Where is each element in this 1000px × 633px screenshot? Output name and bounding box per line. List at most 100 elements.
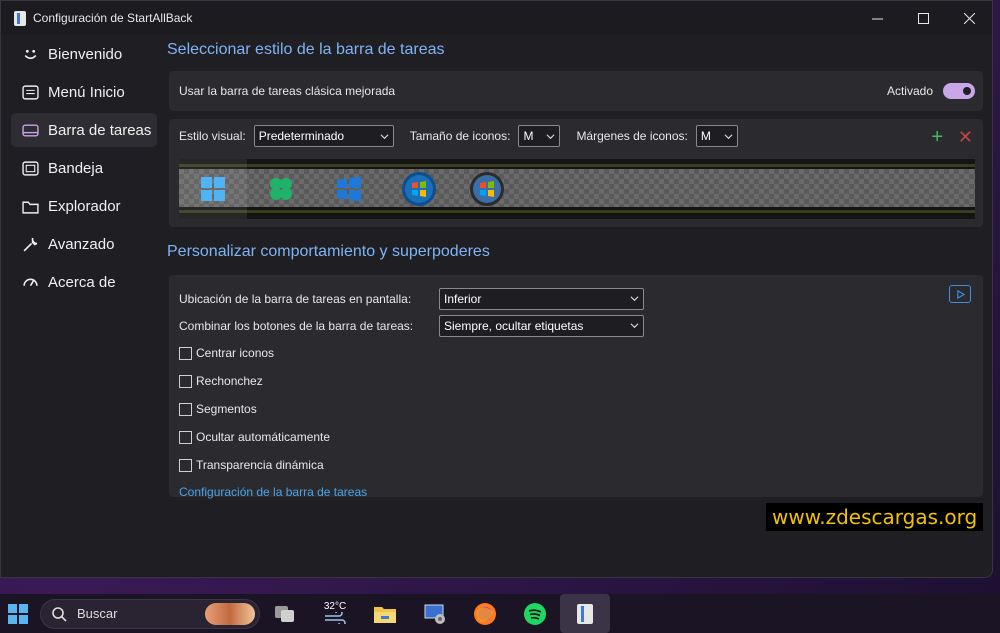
maximize-button[interactable] bbox=[900, 1, 946, 35]
combine-row: Combinar los botones de la barra de tare… bbox=[179, 312, 973, 339]
search-placeholder: Buscar bbox=[77, 606, 118, 621]
taskbar-settings-link[interactable]: Configuración de la barra de tareas bbox=[179, 485, 367, 499]
checkbox-centrar-iconos[interactable]: Centrar iconos bbox=[179, 339, 973, 367]
checkbox-transparencia-dinamica[interactable]: Transparencia dinámica bbox=[179, 451, 973, 479]
startallback-app-icon bbox=[14, 10, 26, 26]
checkbox-label: Ocultar automáticamente bbox=[196, 430, 331, 444]
visual-style-label: Estilo visual: bbox=[179, 129, 246, 143]
checkbox-rechonchez[interactable]: Rechonchez bbox=[179, 367, 973, 395]
checkbox-ocultar-automaticamente[interactable]: Ocultar automáticamente bbox=[179, 423, 973, 451]
classic-taskbar-row: Usar la barra de tareas clásica mejorada… bbox=[169, 71, 983, 111]
location-row: Ubicación de la barra de tareas en panta… bbox=[179, 285, 973, 312]
location-label: Ubicación de la barra de tareas en panta… bbox=[179, 291, 412, 306]
vista-orb-icon[interactable] bbox=[469, 171, 505, 207]
sidebar-item-label: Bandeja bbox=[48, 159, 104, 177]
icon-margin-label: Márgenes de iconos: bbox=[576, 129, 688, 143]
checkbox-label: Centrar iconos bbox=[196, 346, 275, 360]
weather-temp: 32°C bbox=[323, 600, 347, 612]
add-style-button[interactable]: + bbox=[931, 127, 943, 147]
toggle-state-label: Activado bbox=[886, 84, 933, 98]
sidebar-item-explorador[interactable]: Explorador bbox=[11, 189, 157, 223]
visual-style-value: Predeterminado bbox=[258, 129, 345, 143]
sidebar-item-label: Avanzado bbox=[48, 235, 115, 253]
classic-taskbar-label: Usar la barra de tareas clásica mejorada bbox=[179, 84, 396, 98]
startallback-app-icon bbox=[577, 603, 593, 624]
preview-checker bbox=[179, 169, 975, 207]
wind-icon bbox=[325, 608, 346, 627]
behaviour-title: Personalizar comportamiento y superpoder… bbox=[167, 243, 490, 260]
location-value: Inferior bbox=[444, 291, 482, 306]
sidebar-item-menu-inicio[interactable]: Menú Inicio bbox=[11, 75, 157, 109]
sidebar-item-label: Explorador bbox=[48, 197, 121, 215]
checkbox-box[interactable] bbox=[179, 458, 192, 472]
checkbox-label: Transparencia dinámica bbox=[196, 458, 324, 472]
checkbox-box[interactable] bbox=[179, 346, 192, 360]
watermark: www.zdescargas.org bbox=[766, 503, 984, 531]
close-icon bbox=[963, 12, 975, 24]
sidebar-item-barra-de-tareas[interactable]: Barra de tareas bbox=[11, 113, 157, 147]
preview-edge bbox=[179, 164, 975, 167]
icon-margin-value: M bbox=[700, 129, 711, 143]
window-title: Configuración de StartAllBack bbox=[33, 11, 193, 25]
icon-margin-select[interactable]: M bbox=[695, 125, 738, 147]
visual-style-select[interactable]: Predeterminado bbox=[253, 125, 394, 147]
window-controls bbox=[854, 1, 992, 35]
taskbar-icon bbox=[21, 121, 39, 139]
icon-size-label: Tamaño de iconos: bbox=[409, 129, 511, 143]
sidebar-item-label: Bienvenido bbox=[48, 45, 123, 63]
spotify-icon bbox=[524, 602, 546, 625]
combine-value: Siempre, ocultar etiquetas bbox=[444, 318, 584, 333]
checkbox-box[interactable] bbox=[179, 374, 192, 388]
folder-icon bbox=[374, 606, 396, 623]
location-select[interactable]: Inferior bbox=[439, 287, 644, 310]
icon-size-select[interactable]: M bbox=[518, 125, 561, 147]
firefox-button[interactable] bbox=[460, 594, 510, 633]
windows-start-button[interactable] bbox=[0, 594, 36, 633]
style-card: Estilo visual: Predeterminado Tamaño de … bbox=[169, 119, 983, 227]
title-bar: Configuración de StartAllBack bbox=[1, 1, 992, 35]
control-panel-button[interactable] bbox=[410, 594, 460, 633]
taskbar-style-title: Seleccionar estilo de la barra de tareas bbox=[167, 41, 445, 58]
clover-start-icon[interactable] bbox=[267, 175, 295, 203]
sidebar-item-avanzado[interactable]: Avanzado bbox=[11, 227, 157, 261]
control-panel-icon bbox=[424, 604, 445, 624]
behaviour-card: Ubicación de la barra de tareas en panta… bbox=[169, 275, 983, 499]
sidebar: Bienvenido Menú Inicio Barra de tareas B… bbox=[11, 37, 157, 303]
checkbox-segmentos[interactable]: Segmentos bbox=[179, 395, 973, 423]
chevron-down-icon bbox=[380, 133, 389, 139]
file-explorer-button[interactable] bbox=[360, 594, 410, 633]
minimize-icon bbox=[871, 18, 883, 19]
sidebar-item-label: Acerca de bbox=[48, 273, 116, 291]
start-menu-icon bbox=[21, 83, 39, 101]
preview-edge bbox=[179, 210, 975, 213]
spotify-button[interactable] bbox=[510, 594, 560, 633]
sidebar-item-bienvenido[interactable]: Bienvenido bbox=[11, 37, 157, 71]
close-button[interactable] bbox=[946, 1, 992, 35]
windows7-orb-icon[interactable] bbox=[401, 171, 437, 207]
taskbar-preview[interactable] bbox=[179, 159, 975, 219]
minimize-button[interactable] bbox=[854, 1, 900, 35]
video-help-button[interactable] bbox=[949, 285, 971, 303]
sidebar-item-label: Menú Inicio bbox=[48, 83, 125, 101]
checkbox-label: Rechonchez bbox=[196, 374, 263, 388]
task-view-button[interactable] bbox=[260, 594, 310, 633]
classic-taskbar-toggle[interactable] bbox=[943, 83, 975, 99]
gauge-icon bbox=[21, 273, 39, 291]
taskbar-search[interactable]: Buscar bbox=[40, 598, 260, 629]
combine-select[interactable]: Siempre, ocultar etiquetas bbox=[439, 314, 644, 337]
sidebar-item-label: Barra de tareas bbox=[48, 121, 152, 139]
os-taskbar: Buscar 32°C bbox=[0, 594, 1000, 633]
tray-icon bbox=[21, 159, 39, 177]
chevron-down-icon bbox=[724, 133, 733, 139]
style-options-row: Estilo visual: Predeterminado Tamaño de … bbox=[169, 119, 983, 153]
remove-style-button[interactable]: ✕ bbox=[958, 128, 973, 146]
sidebar-item-bandeja[interactable]: Bandeja bbox=[11, 151, 157, 185]
sidebar-item-acerca-de[interactable]: Acerca de bbox=[11, 265, 157, 299]
windows11-start-icon[interactable] bbox=[199, 175, 227, 203]
startallback-taskbar-button[interactable] bbox=[560, 594, 610, 633]
settings-window: Configuración de StartAllBack Bienvenido bbox=[0, 0, 993, 578]
checkbox-box[interactable] bbox=[179, 402, 192, 416]
checkbox-box[interactable] bbox=[179, 430, 192, 444]
windows10-start-icon[interactable] bbox=[335, 175, 363, 203]
weather-widget[interactable]: 32°C bbox=[310, 594, 360, 633]
